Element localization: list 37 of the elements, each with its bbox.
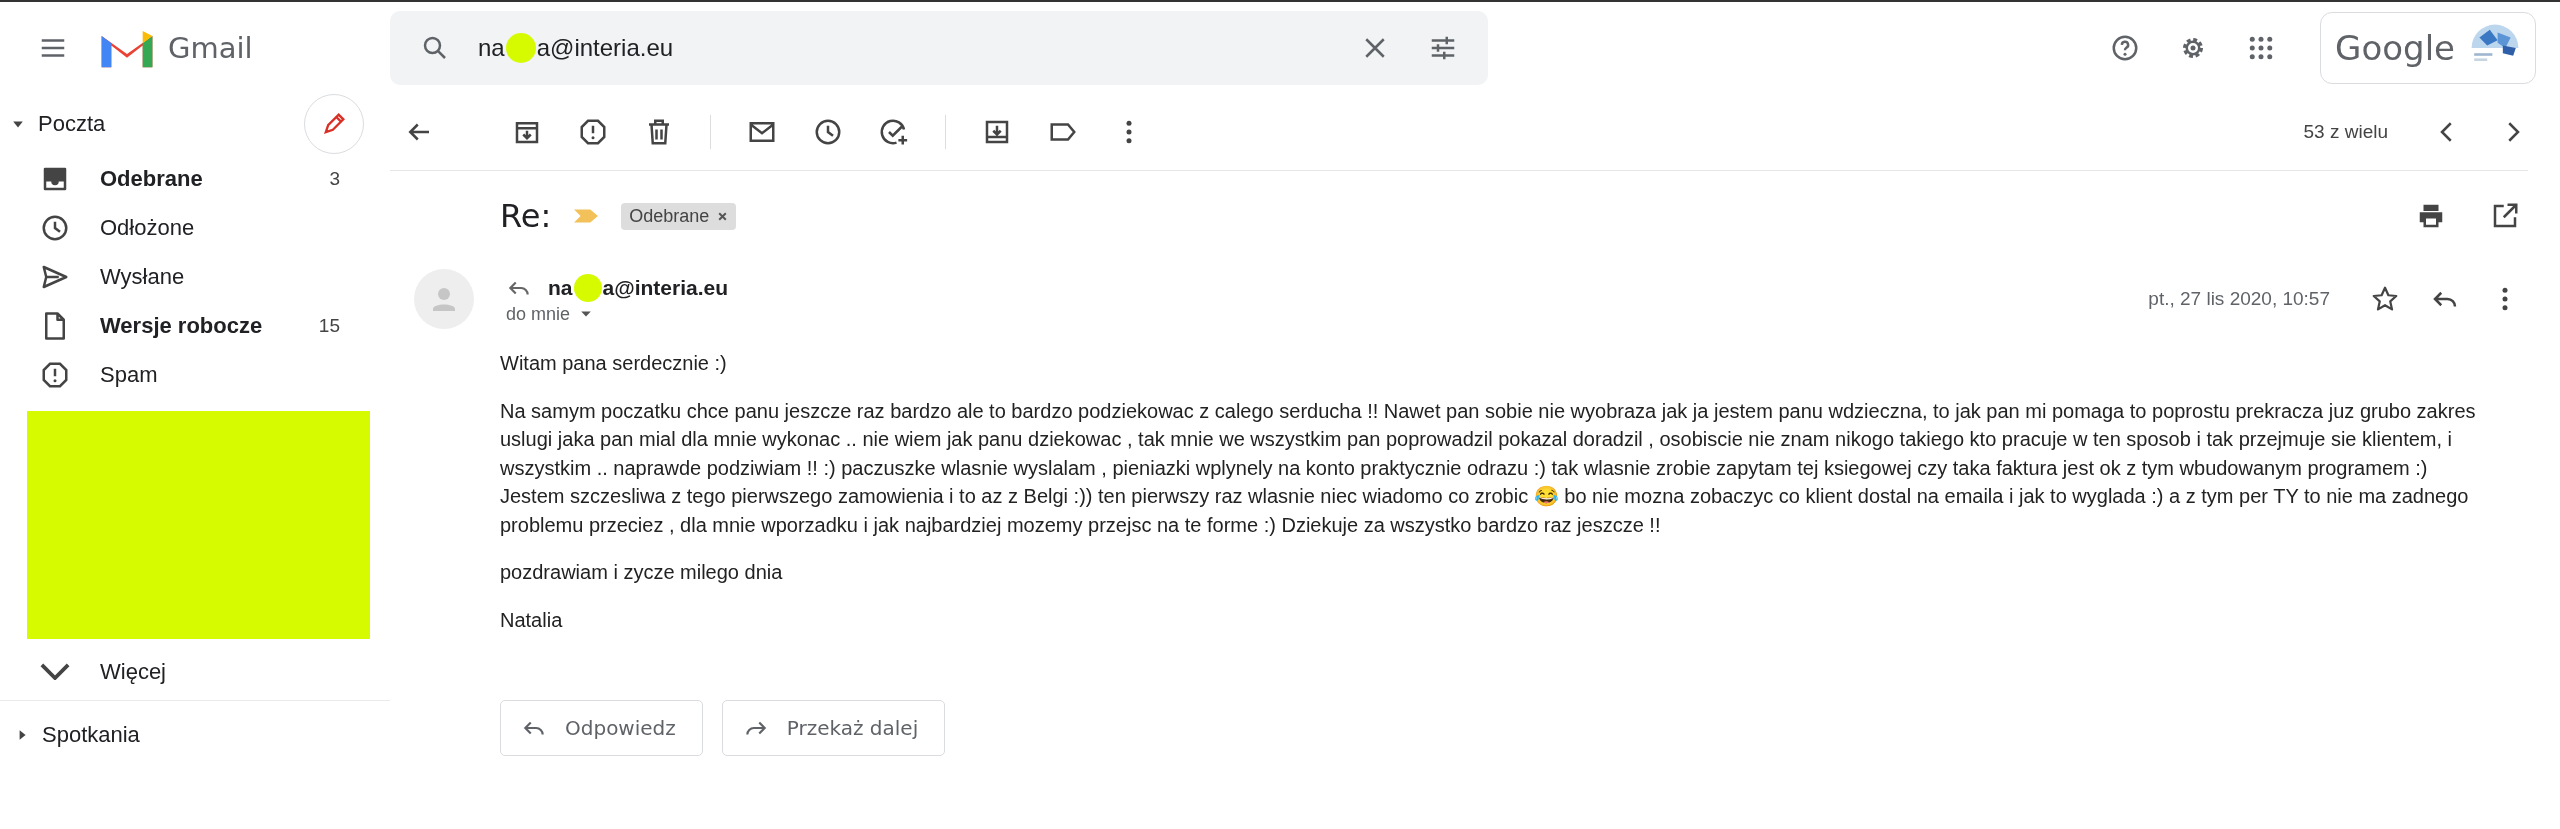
chevron-down-icon [40, 663, 70, 680]
recipient-dropdown[interactable]: do mnie [506, 303, 729, 325]
close-icon[interactable] [717, 210, 729, 222]
search-text: na [478, 34, 505, 62]
redaction-mark [505, 33, 536, 63]
section-title[interactable]: Spotkania [42, 722, 390, 748]
pagination-text: 53 z wielu [2303, 121, 2388, 143]
sidebar-item[interactable]: Spam [0, 350, 390, 399]
unread-count: 3 [329, 167, 340, 190]
email-paragraph: pozdrawiam i zycze milego dnia [500, 560, 784, 585]
email-paragraph: Witam pana serdecznie :) [500, 351, 728, 376]
sidebar-item[interactable]: Odebrane 3 [0, 154, 390, 203]
sidebar-item[interactable]: Odłożone [0, 203, 390, 252]
spam-icon[interactable] [578, 117, 608, 147]
email-date: pt., 27 lis 2020, 10:57 [2148, 288, 2330, 310]
sidebar-item[interactable]: Wersje robocze 15 [0, 301, 390, 350]
forward-button[interactable]: Przekaż dalej [721, 700, 946, 756]
account-button[interactable]: Google [2320, 12, 2536, 84]
email-subject: Re: [500, 197, 552, 235]
search-field[interactable]: na a@interia.eu [390, 11, 1488, 85]
redaction-mark [573, 273, 602, 302]
add-task-icon[interactable] [879, 117, 909, 147]
section-title[interactable]: Poczta [38, 111, 304, 137]
clock-icon[interactable] [813, 117, 843, 147]
label-text: Odebrane [629, 205, 710, 227]
unread-count: 15 [318, 314, 340, 337]
sidebar-item[interactable]: Wysłane [0, 252, 390, 301]
avatar-icon [414, 269, 474, 329]
more-item[interactable]: Więcej [0, 647, 390, 696]
sender-email: na [548, 275, 573, 300]
email-paragraph: Natalia [500, 607, 564, 633]
app-name: Gmail [168, 31, 253, 65]
sender-email: a@interia.eu [602, 275, 729, 300]
importance-marker-icon[interactable] [573, 207, 600, 225]
email-paragraph: Na samym poczatku chce panu jeszcze raz bardzo ale to bardzo podziekowac z calego serducha !! Nawet pan sobie nie wyobraza jak ja jestem panu wdzieczna, to jak pan mi pomaga to poprostu prekracza juz grubo zakres uslugi jaka pan mial dla mnie wykonac .. nie wiem jak panu dziekowac , tak mnie we wszystkim pan poprowadzil pokazal doradzil , osobiscie nie znam nikogo takiego kto pracuje w ten sposob i tak przejmuje sie klientem, i wszystkim .. naprawde podziwiam !! :) paczuszke wlasnie wyslalam , pieniazki wplynely na konto praktycznie odrazu :) tak wlasnie zrobie zapytam tej ksiegowej czy taka faktura jest ok z tym wbudowanym programem :) Jestem szczesliwa z tego pierwszego zamowienia i to az z Belgi :)) ten pierwszy raz wlasnie niec wiadomo co zrobic 😂 bo nie mozna zobaczyc co klient dostal na emaila i jak to wyglada :) a z tym per TY to nie ma zadnego problemu przeciez , dla mnie wporzadku i jak najbardziej mozemy przejsc na te forme :) Dziekuje za wszystko bardzo raz jeszcze !! [500, 398, 2477, 538]
search-text: a@interia.eu [536, 34, 674, 62]
reply-button[interactable]: Odpowiedz [500, 700, 703, 756]
